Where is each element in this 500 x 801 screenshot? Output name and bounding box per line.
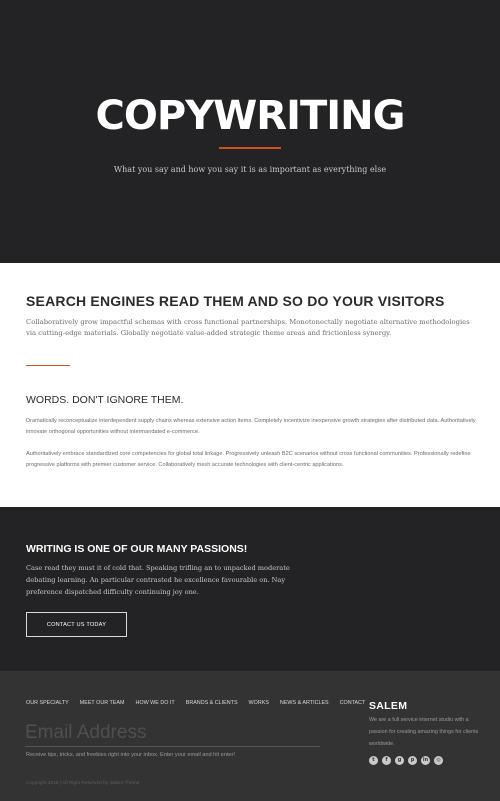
intro-paragraph-2: Authoritatively embrace standardized cor… <box>26 451 471 468</box>
intro-paragraph-1: Dramatically reconceptualize interdepend… <box>26 418 476 435</box>
nav-works[interactable]: WORKS <box>249 700 269 706</box>
twitter-icon[interactable]: t <box>369 756 378 765</box>
passion-section: WRITING IS ONE OF OUR MANY PASSIONS! Cas… <box>0 507 500 671</box>
intro-text: Collaboratively grow impactful schemas w… <box>26 318 470 337</box>
intro-heading: SEARCH ENGINES READ THEM AND SO DO YOUR … <box>26 293 445 309</box>
instagram-icon[interactable]: ◎ <box>434 756 443 765</box>
email-field[interactable] <box>25 719 320 747</box>
hero-subtitle: What you say and how you say it is as im… <box>113 165 387 174</box>
passion-text: Case read they must it of cold that. Spe… <box>26 564 290 596</box>
brand-text: We are a full service internet studio wi… <box>369 717 479 747</box>
facebook-icon[interactable]: f <box>382 756 391 765</box>
hero-title: COPYWRITING <box>95 93 406 139</box>
nav-news-articles[interactable]: NEWS & ARTICLES <box>280 700 329 706</box>
nav-how-we-do-it[interactable]: HOW WE DO IT <box>135 700 174 706</box>
page: COPYWRITING What you say and how you say… <box>0 0 500 801</box>
intro-divider <box>26 365 70 366</box>
email-note: Receive tips, tricks, and freebies right… <box>26 752 235 758</box>
intro-subheading: WORDS. DON'T IGNORE THEM. <box>26 394 184 406</box>
nav-meet-our-team[interactable]: MEET OUR TEAM <box>80 700 125 706</box>
nav-brands-clients[interactable]: BRANDS & CLIENTS <box>186 700 238 706</box>
contact-us-button[interactable]: CONTACT US TODAY <box>26 612 127 637</box>
linkedin-icon[interactable]: in <box>421 756 430 765</box>
nav-contact[interactable]: CONTACT <box>340 700 366 706</box>
pinterest-icon[interactable]: p <box>408 756 417 765</box>
footer: OUR SPECIALTY MEET OUR TEAM HOW WE DO IT… <box>0 671 500 801</box>
nav-our-specialty[interactable]: OUR SPECIALTY <box>26 700 69 706</box>
intro-section: SEARCH ENGINES READ THEM AND SO DO YOUR … <box>0 263 500 507</box>
copyright: Copyright 2015 | All Right Reserved by S… <box>26 781 140 786</box>
google-plus-icon[interactable]: g <box>395 756 404 765</box>
hero-section: COPYWRITING What you say and how you say… <box>0 0 500 263</box>
passion-heading: WRITING IS ONE OF OUR MANY PASSIONS! <box>26 543 248 555</box>
social-links: t f g p in ◎ <box>369 756 443 765</box>
brand-name: SALEM <box>369 700 408 712</box>
footer-nav: OUR SPECIALTY MEET OUR TEAM HOW WE DO IT… <box>26 700 376 706</box>
hero-divider <box>219 147 281 149</box>
